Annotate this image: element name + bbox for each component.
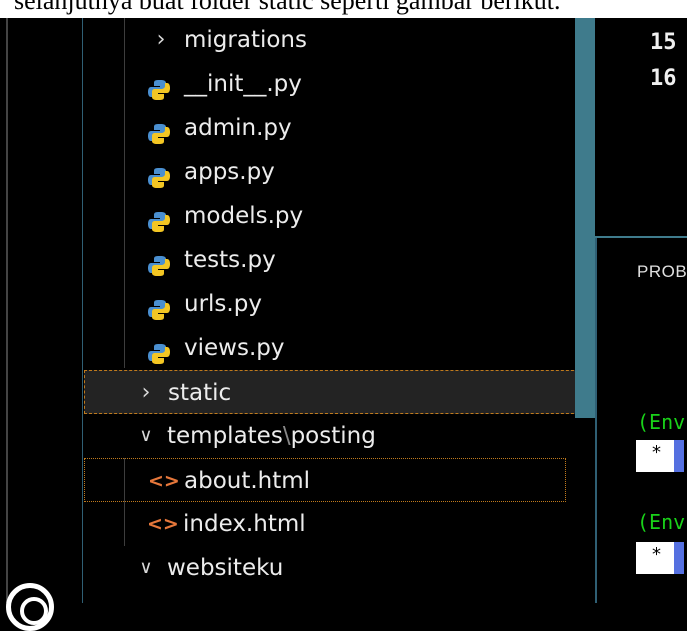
chevron-right-icon: ›: [156, 27, 166, 52]
terminal-env-prefix: (Env: [637, 410, 686, 434]
tab-problems[interactable]: PROB: [637, 262, 687, 282]
tree-item-label: static: [168, 380, 232, 406]
tree-item-label: websiteku: [167, 555, 284, 581]
prompt-glyph: *: [652, 442, 661, 463]
chevron-down-icon: ∨: [139, 425, 153, 446]
python-file-icon: [146, 194, 172, 238]
panel-divider[interactable]: [595, 236, 687, 238]
tree-item-label: urls.py: [184, 291, 262, 317]
python-file-icon: [146, 238, 172, 282]
html-file-icon: <>: [147, 513, 179, 535]
tree-item-label: views.py: [184, 335, 285, 361]
document-text-strip: selanjutnya buat folder static seperti g…: [0, 0, 687, 18]
tree-item-init-py[interactable]: __init__.py: [0, 62, 566, 106]
line-number: 16: [650, 66, 677, 91]
html-file-icon: <>: [148, 470, 180, 492]
tree-item-admin-py[interactable]: admin.py: [0, 106, 566, 150]
tree-item-migrations[interactable]: › migrations: [0, 18, 566, 62]
tree-item-label: admin.py: [184, 115, 292, 141]
python-file-icon: [146, 106, 172, 150]
tree-item-about-html[interactable]: <> about.html: [84, 458, 566, 502]
chevron-down-icon: ∨: [139, 557, 153, 578]
tree-item-label: models.py: [184, 203, 304, 229]
python-file-icon: [146, 62, 172, 106]
tree-item-websiteku[interactable]: ∨ websiteku: [0, 546, 566, 590]
prompt-glyph: *: [652, 544, 661, 565]
tree-item-label: __init__.py: [184, 71, 302, 97]
tree-item-index-html[interactable]: <> index.html: [0, 502, 566, 546]
python-file-icon: [146, 326, 172, 370]
account-icon[interactable]: [6, 583, 54, 631]
chevron-right-icon: ›: [141, 380, 151, 405]
python-file-icon: [146, 150, 172, 194]
tree-item-apps-py[interactable]: apps.py: [0, 150, 566, 194]
document-text: selanjutnya buat folder static seperti g…: [14, 0, 561, 15]
explorer-scrollbar[interactable]: [575, 18, 595, 418]
terminal-prompt[interactable]: *: [636, 542, 684, 574]
tree-item-models-py[interactable]: models.py: [0, 194, 566, 238]
tree-item-static[interactable]: › static: [84, 370, 594, 414]
tree-item-label: apps.py: [184, 159, 275, 185]
terminal-prompt[interactable]: *: [636, 440, 684, 472]
tree-item-label: templates\posting: [167, 423, 376, 449]
tree-item-label: tests.py: [184, 247, 276, 273]
python-file-icon: [146, 282, 172, 326]
terminal-env-prefix: (Env: [637, 510, 686, 534]
tree-item-tests-py[interactable]: tests.py: [0, 238, 566, 282]
tree-item-templates-posting[interactable]: ∨ templates\posting: [0, 414, 566, 458]
tree-item-label: about.html: [184, 468, 311, 494]
tree-item-label: migrations: [184, 27, 307, 53]
line-number: 15: [650, 30, 677, 55]
tree-item-label: index.html: [183, 511, 306, 537]
tree-item-views-py[interactable]: views.py: [0, 326, 566, 370]
tree-item-urls-py[interactable]: urls.py: [0, 282, 566, 326]
